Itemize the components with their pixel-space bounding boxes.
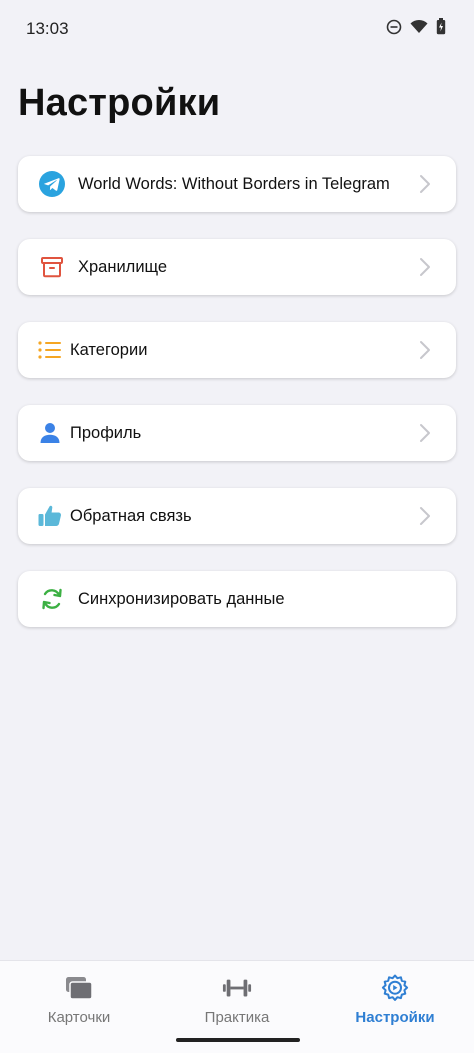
do-not-disturb-icon (386, 19, 402, 40)
settings-menu: World Words: Without Borders in Telegram… (18, 156, 456, 654)
status-time: 13:03 (26, 19, 69, 38)
menu-item-label: Профиль (70, 423, 142, 442)
menu-item-telegram[interactable]: World Words: Without Borders in Telegram (18, 156, 456, 212)
tab-label: Практика (204, 1009, 270, 1026)
tab-settings[interactable]: Настройки (316, 961, 474, 1053)
page-title: Настройки (18, 82, 221, 124)
status-bar: 13:03 (0, 0, 474, 58)
menu-item-label: Категории (70, 340, 148, 359)
chevron-right-icon (418, 422, 432, 444)
dumbbell-icon (222, 973, 252, 1003)
menu-item-label: Синхронизировать данные (78, 589, 285, 608)
tab-label: Карточки (47, 1009, 111, 1026)
chevron-right-icon (418, 173, 432, 195)
chevron-right-icon (418, 339, 432, 361)
chevron-right-icon (418, 505, 432, 527)
thumbs-up-icon (36, 500, 64, 532)
menu-item-storage[interactable]: Хранилище (18, 239, 456, 295)
wifi-icon (410, 19, 428, 39)
menu-item-label: Хранилище (78, 257, 168, 276)
menu-item-feedback[interactable]: Обратная связь (18, 488, 456, 544)
telegram-icon (36, 168, 68, 200)
home-indicator[interactable] (176, 1038, 300, 1042)
menu-item-sync[interactable]: Синхронизировать данные (18, 571, 456, 627)
list-icon (36, 334, 64, 366)
settings-icon (380, 973, 410, 1003)
battery-icon (436, 18, 446, 40)
menu-item-label: World Words: Without Borders in Telegram (78, 174, 390, 193)
menu-item-label: Обратная связь (70, 506, 192, 525)
menu-item-profile[interactable]: Профиль (18, 405, 456, 461)
tab-cards[interactable]: Карточки (0, 961, 158, 1053)
cards-icon (64, 973, 94, 1003)
sync-icon (36, 583, 68, 615)
menu-item-categories[interactable]: Категории (18, 322, 456, 378)
chevron-right-icon (418, 256, 432, 278)
status-icons (386, 18, 446, 40)
archive-icon (36, 251, 68, 283)
tab-label: Настройки (355, 1009, 435, 1026)
person-icon (36, 417, 64, 449)
